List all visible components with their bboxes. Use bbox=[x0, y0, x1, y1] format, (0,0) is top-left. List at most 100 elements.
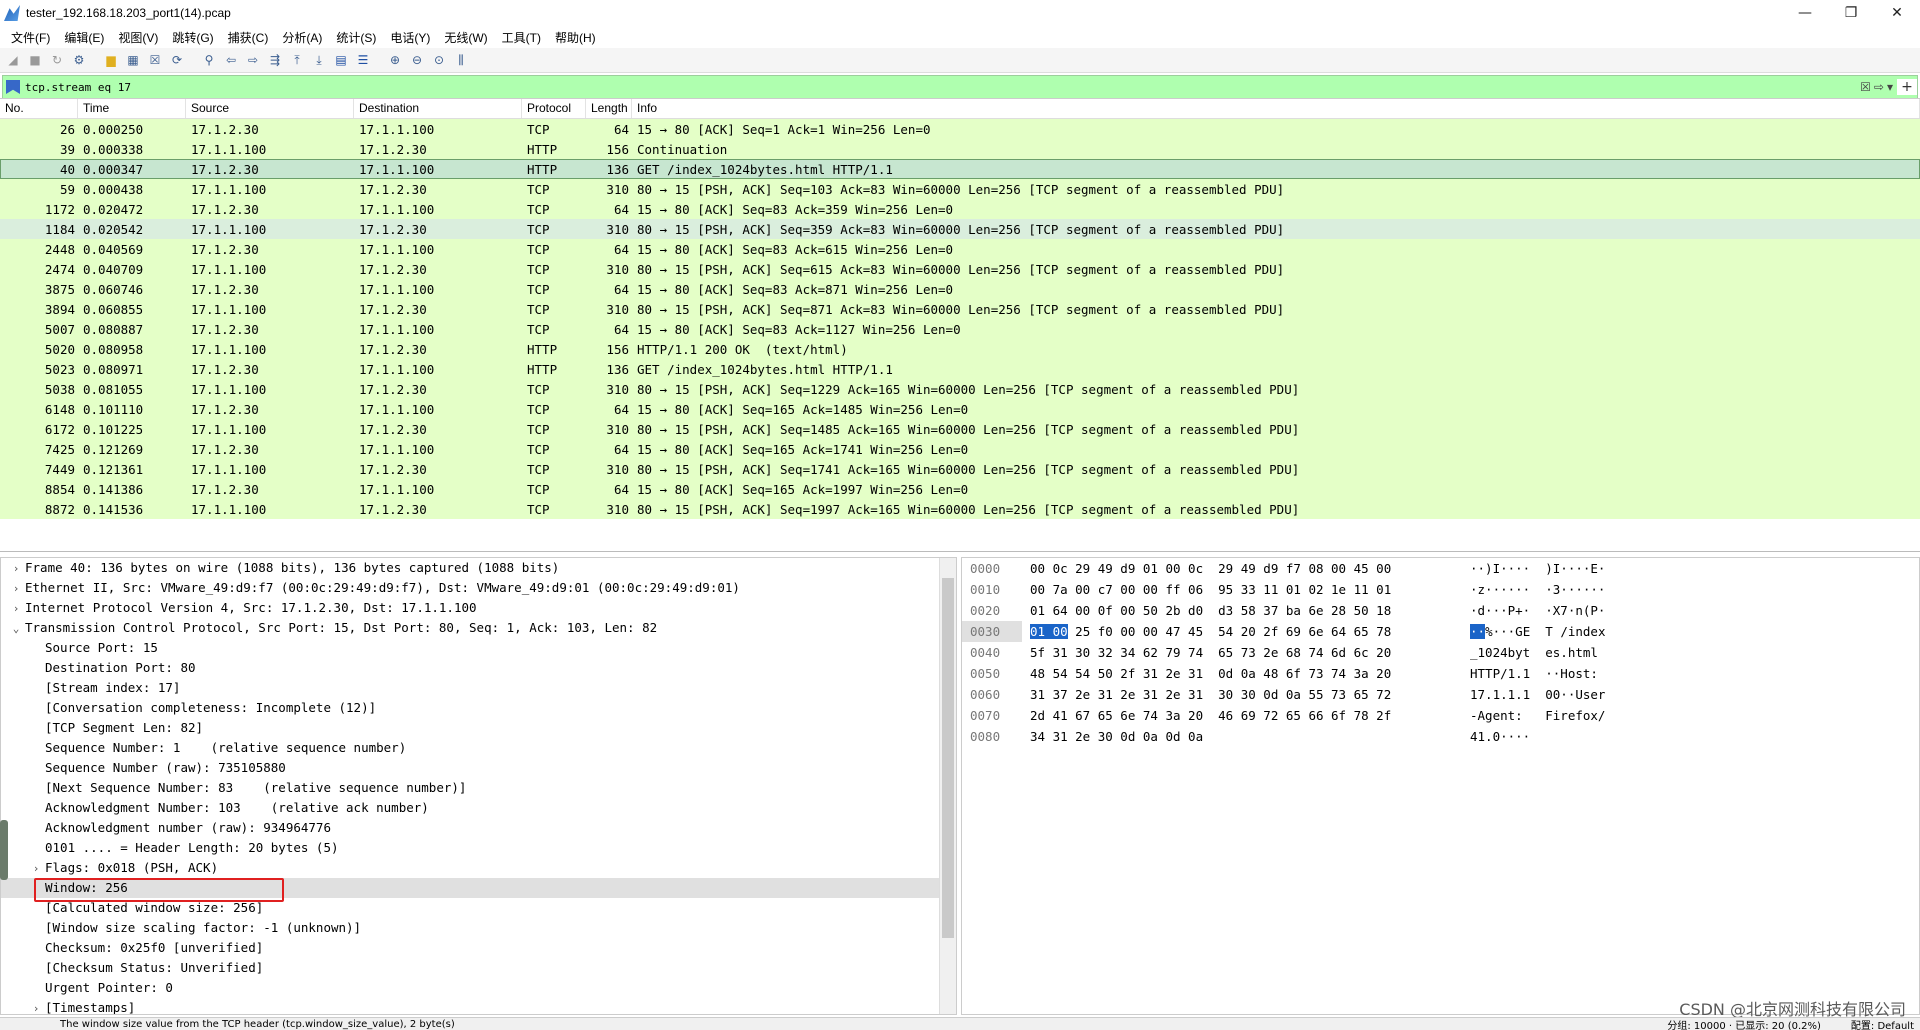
status-profile[interactable]: 配置: Default bbox=[1841, 1018, 1920, 1030]
capture-options-icon[interactable]: ⚙ bbox=[70, 51, 88, 69]
detail-tree-item[interactable]: Sequence Number: 1 (relative sequence nu… bbox=[1, 738, 956, 758]
detail-tree-item[interactable]: [Window size scaling factor: -1 (unknown… bbox=[1, 918, 956, 938]
detail-tree-item[interactable]: [TCP Segment Len: 82] bbox=[1, 718, 956, 738]
packet-row[interactable]: 59 0.000438 17.1.1.100 17.1.2.30 TCP 310 80 → … bbox=[0, 179, 1920, 199]
col-time[interactable]: Time bbox=[78, 99, 186, 118]
close-button[interactable]: ✕ bbox=[1874, 0, 1920, 26]
byte-row[interactable]: 0000 00 0c 29 49 d9 01 00 0c 29 49 d9 f7 … bbox=[962, 558, 1919, 579]
byte-row[interactable]: 0080 34 31 2e 30 0d 0a 0d 0a 41.0···· bbox=[962, 726, 1919, 747]
packet-row[interactable]: 1184 0.020542 17.1.1.100 17.1.2.30 TCP 310 80 … bbox=[0, 219, 1920, 239]
go-forward-icon[interactable]: ⇨ bbox=[244, 51, 262, 69]
find-packet-icon[interactable]: ⚲ bbox=[200, 51, 218, 69]
menu-analyze[interactable]: 分析(A) bbox=[275, 29, 329, 46]
detail-tree-item[interactable]: [Conversation completeness: Incomplete (… bbox=[1, 698, 956, 718]
maximize-button[interactable]: ❐ bbox=[1828, 0, 1874, 26]
collapsed-arrow-icon[interactable]: › bbox=[27, 999, 45, 1014]
detail-tree-item[interactable]: › Flags: 0x018 (PSH, ACK) bbox=[1, 858, 956, 878]
byte-row[interactable]: 0070 2d 41 67 65 6e 74 3a 20 46 69 72 65 … bbox=[962, 705, 1919, 726]
details-scrollbar[interactable] bbox=[939, 558, 956, 1014]
collapsed-arrow-icon[interactable]: › bbox=[7, 599, 25, 619]
packet-row[interactable]: 2448 0.040569 17.1.2.30 17.1.1.100 TCP 64 15 →… bbox=[0, 239, 1920, 259]
detail-tree-item[interactable]: [Next Sequence Number: 83 (relative sequ… bbox=[1, 778, 956, 798]
packet-row[interactable]: 3875 0.060746 17.1.2.30 17.1.1.100 TCP 64 15 →… bbox=[0, 279, 1920, 299]
packet-row[interactable]: 39 0.000338 17.1.1.100 17.1.2.30 HTTP 156 Cont… bbox=[0, 139, 1920, 159]
detail-tree-item[interactable]: › Ethernet II, Src: VMware_49:d9:f7 (00:0… bbox=[1, 578, 956, 598]
packet-row[interactable]: 5007 0.080887 17.1.2.30 17.1.1.100 TCP 64 15 →… bbox=[0, 319, 1920, 339]
byte-row[interactable]: 0050 48 54 54 50 2f 31 2e 31 0d 0a 48 6f … bbox=[962, 663, 1919, 684]
menu-wireless[interactable]: 无线(W) bbox=[437, 29, 494, 46]
menu-capture[interactable]: 捕获(C) bbox=[221, 29, 276, 46]
autoscroll-icon[interactable]: ▤ bbox=[332, 51, 350, 69]
menu-statistics[interactable]: 统计(S) bbox=[329, 29, 383, 46]
col-source[interactable]: Source bbox=[186, 99, 354, 118]
collapsed-arrow-icon[interactable]: › bbox=[7, 559, 25, 579]
col-info[interactable]: Info bbox=[632, 99, 1920, 118]
start-capture-icon[interactable]: ◢ bbox=[4, 51, 22, 69]
detail-tree-item[interactable]: Acknowledgment number (raw): 934964776 bbox=[1, 818, 956, 838]
go-back-icon[interactable]: ⇦ bbox=[222, 51, 240, 69]
packet-row[interactable]: 7425 0.121269 17.1.2.30 17.1.1.100 TCP 64 15 →… bbox=[0, 439, 1920, 459]
packet-row[interactable]: 5038 0.081055 17.1.1.100 17.1.2.30 TCP 310 80 … bbox=[0, 379, 1920, 399]
detail-tree-item[interactable]: Sequence Number (raw): 735105880 bbox=[1, 758, 956, 778]
apply-filter-icon[interactable]: ⇨ bbox=[1874, 80, 1884, 94]
details-scrollbar-thumb[interactable] bbox=[942, 578, 954, 938]
menu-view[interactable]: 视图(V) bbox=[111, 29, 165, 46]
packet-row[interactable]: 5023 0.080971 17.1.2.30 17.1.1.100 HTTP 136 GE… bbox=[0, 359, 1920, 379]
col-no[interactable]: No. bbox=[0, 99, 78, 118]
packet-row[interactable]: 2474 0.040709 17.1.1.100 17.1.2.30 TCP 310 80 … bbox=[0, 259, 1920, 279]
detail-tree-item[interactable]: [Stream index: 17] bbox=[1, 678, 956, 698]
detail-tree-item[interactable]: Source Port: 15 bbox=[1, 638, 956, 658]
packet-row[interactable]: 8854 0.141386 17.1.2.30 17.1.1.100 TCP 64 15 →… bbox=[0, 479, 1920, 499]
packet-row[interactable]: 5020 0.080958 17.1.1.100 17.1.2.30 HTTP 156 HT… bbox=[0, 339, 1920, 359]
detail-tree-item[interactable]: › Frame 40: 136 bytes on wire (1088 bits)… bbox=[1, 558, 956, 578]
col-length[interactable]: Length bbox=[586, 99, 632, 118]
go-last-icon[interactable]: ⤓ bbox=[310, 51, 328, 69]
display-filter-input[interactable] bbox=[23, 79, 1861, 95]
packet-row[interactable]: 1172 0.020472 17.1.2.30 17.1.1.100 TCP 64 15 →… bbox=[0, 199, 1920, 219]
packet-row[interactable]: 7449 0.121361 17.1.1.100 17.1.2.30 TCP 310 80 … bbox=[0, 459, 1920, 479]
collapsed-arrow-icon[interactable]: › bbox=[7, 579, 25, 599]
menu-edit[interactable]: 编辑(E) bbox=[57, 29, 111, 46]
go-first-icon[interactable]: ⤒ bbox=[288, 51, 306, 69]
reload-file-icon[interactable]: ⟳ bbox=[168, 51, 186, 69]
restart-capture-icon[interactable]: ↻ bbox=[48, 51, 66, 69]
zoom-in-icon[interactable]: ⊕ bbox=[386, 51, 404, 69]
add-filter-button-icon[interactable]: + bbox=[1897, 79, 1917, 95]
col-protocol[interactable]: Protocol bbox=[522, 99, 586, 118]
byte-row[interactable]: 0020 01 64 00 0f 00 50 2b d0 d3 58 37 ba … bbox=[962, 600, 1919, 621]
stop-capture-icon[interactable]: ■ bbox=[26, 51, 44, 69]
close-file-icon[interactable]: ☒ bbox=[146, 51, 164, 69]
detail-tree-item[interactable]: 0101 .... = Header Length: 20 bytes (5) bbox=[1, 838, 956, 858]
packet-row[interactable]: 6148 0.101110 17.1.2.30 17.1.1.100 TCP 64 15 →… bbox=[0, 399, 1920, 419]
zoom-reset-icon[interactable]: ⊙ bbox=[430, 51, 448, 69]
byte-row[interactable]: 0030 01 00 25 f0 00 00 47 45 54 20 2f 69 … bbox=[962, 621, 1919, 642]
minimize-button[interactable]: — bbox=[1782, 0, 1828, 26]
detail-tree-item[interactable]: Destination Port: 80 bbox=[1, 658, 956, 678]
byte-row[interactable]: 0040 5f 31 30 32 34 62 79 74 65 73 2e 68 … bbox=[962, 642, 1919, 663]
collapsed-arrow-icon[interactable]: › bbox=[27, 859, 45, 879]
colorize-icon[interactable]: ☰ bbox=[354, 51, 372, 69]
byte-row[interactable]: 0060 31 37 2e 31 2e 31 2e 31 30 30 0d 0a … bbox=[962, 684, 1919, 705]
packet-row[interactable]: 3894 0.060855 17.1.1.100 17.1.2.30 TCP 310 80 … bbox=[0, 299, 1920, 319]
resize-columns-icon[interactable]: ⫼ bbox=[452, 51, 470, 69]
open-file-icon[interactable]: ▆ bbox=[102, 51, 120, 69]
byte-row[interactable]: 0010 00 7a 00 c7 00 00 ff 06 95 33 11 01 … bbox=[962, 579, 1919, 600]
packet-row[interactable]: 6172 0.101225 17.1.1.100 17.1.2.30 TCP 310 80 … bbox=[0, 419, 1920, 439]
side-tab[interactable] bbox=[0, 820, 8, 880]
packet-row[interactable]: 8872 0.141536 17.1.1.100 17.1.2.30 TCP 310 80 … bbox=[0, 499, 1920, 519]
menu-tools[interactable]: 工具(T) bbox=[495, 29, 548, 46]
menu-help[interactable]: 帮助(H) bbox=[548, 29, 603, 46]
col-destination[interactable]: Destination bbox=[354, 99, 522, 118]
filter-dropdown-icon[interactable]: ▾ bbox=[1887, 80, 1893, 94]
zoom-out-icon[interactable]: ⊖ bbox=[408, 51, 426, 69]
packet-row[interactable]: 26 0.000250 17.1.2.30 17.1.1.100 TCP 64 15 → 8… bbox=[0, 119, 1920, 139]
menu-go[interactable]: 跳转(G) bbox=[165, 29, 220, 46]
detail-tree-item[interactable]: Checksum: 0x25f0 [unverified] bbox=[1, 938, 956, 958]
detail-tree-item[interactable]: Urgent Pointer: 0 bbox=[1, 978, 956, 998]
detail-tree-item[interactable]: ⌄ Transmission Control Protocol, Src Port… bbox=[1, 618, 956, 638]
clear-filter-icon[interactable]: ☒ bbox=[1860, 80, 1871, 94]
detail-tree-item[interactable]: › [Timestamps] bbox=[1, 998, 956, 1014]
menu-telephony[interactable]: 电话(Y) bbox=[383, 29, 437, 46]
expanded-arrow-icon[interactable]: ⌄ bbox=[7, 619, 25, 639]
save-file-icon[interactable]: ▦ bbox=[124, 51, 142, 69]
